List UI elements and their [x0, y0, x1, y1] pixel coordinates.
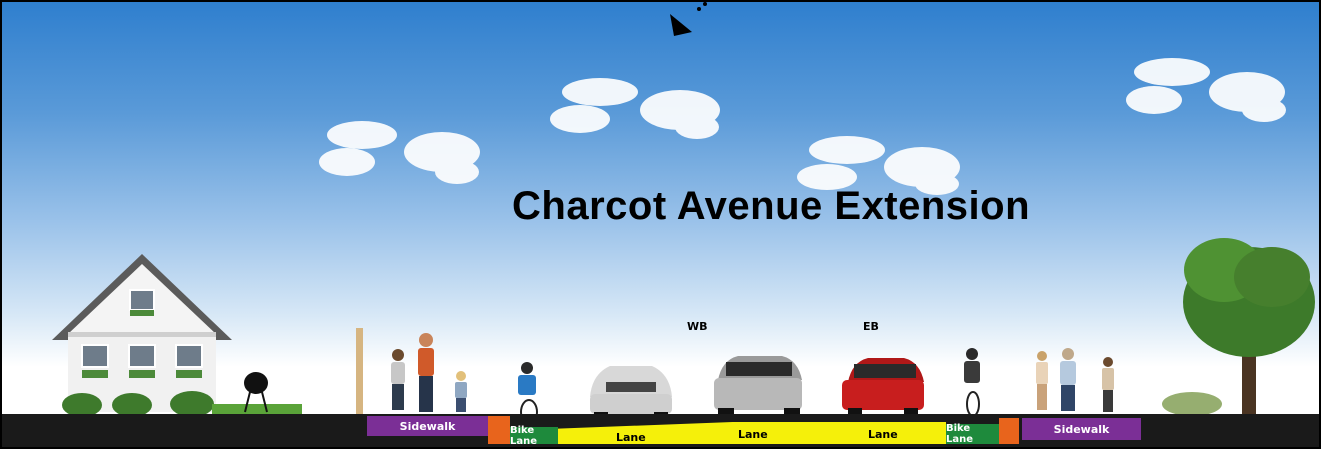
westbound-label: WB — [687, 320, 708, 333]
left-bike-lane-segment: Bike Lane — [510, 425, 558, 447]
lane-3-label: Lane — [868, 428, 898, 441]
red-hatchback-car-icon — [842, 358, 924, 420]
street-cross-section: Charcot Avenue Extension WB EB Sidewalk … — [0, 0, 1321, 449]
cloud-icon — [550, 78, 720, 139]
left-sidewalk-segment: Sidewalk — [367, 416, 488, 436]
cloud-icon — [1126, 58, 1286, 122]
north-arrow-icon — [670, 2, 707, 36]
lane-2-label: Lane — [738, 428, 768, 441]
cyclist-right-icon — [964, 348, 980, 417]
pedestrians-left-icon — [391, 333, 467, 412]
eastbound-label: EB — [863, 320, 879, 333]
house-icon — [52, 254, 232, 412]
tree-icon — [1162, 238, 1315, 416]
left-buffer-segment — [488, 416, 510, 444]
right-buffer-segment — [999, 418, 1019, 444]
lane-1-label: Lane — [616, 431, 646, 444]
street-title: Charcot Avenue Extension — [512, 184, 1031, 228]
cloud-icon — [319, 121, 480, 184]
silver-suv-car-icon — [714, 356, 802, 420]
right-sidewalk-segment: Sidewalk — [1022, 418, 1141, 440]
clouds — [319, 58, 1286, 195]
right-bike-lane-segment: Bike Lane — [946, 423, 999, 445]
utility-pole — [356, 328, 363, 416]
pedestrians-right-icon — [1036, 348, 1114, 412]
